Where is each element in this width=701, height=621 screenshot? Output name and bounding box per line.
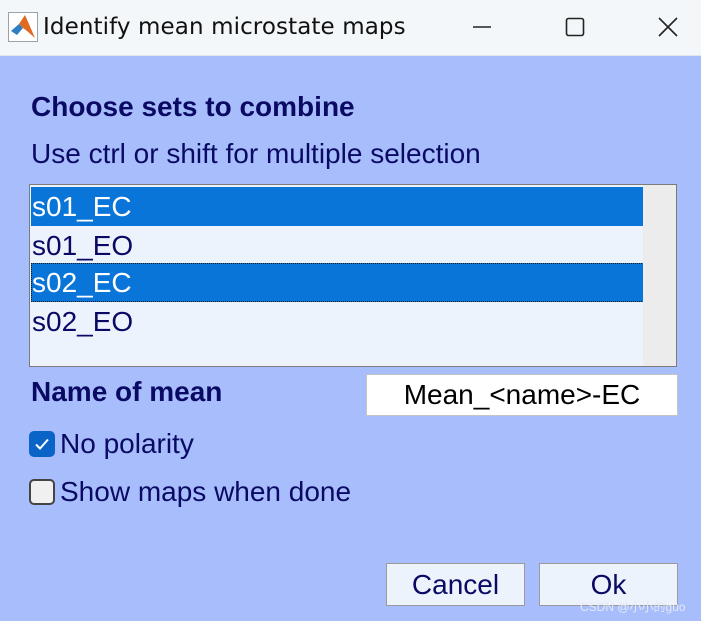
show-maps-checkbox[interactable] <box>29 479 55 505</box>
title-bar: Identify mean microstate maps <box>0 0 701 56</box>
mean-name-input[interactable] <box>366 374 678 416</box>
maximize-button[interactable] <box>552 8 598 46</box>
list-item-s01-eo[interactable]: s01_EO <box>31 226 644 265</box>
close-icon <box>658 17 678 37</box>
cancel-button[interactable]: Cancel <box>386 563 525 606</box>
no-polarity-label: No polarity <box>60 428 194 459</box>
mean-name-label: Name of mean <box>31 376 223 407</box>
selection-hint: Use ctrl or shift for multiple selection <box>31 138 481 169</box>
list-item-s02-ec[interactable]: s02_EC <box>31 263 644 302</box>
watermark: CSDN @小小的guo <box>580 600 686 614</box>
list-item-s01-ec[interactable]: s01_EC <box>31 187 644 226</box>
maximize-icon <box>565 17 585 37</box>
close-button[interactable] <box>645 8 691 46</box>
section-heading: Choose sets to combine <box>31 91 355 122</box>
matlab-icon <box>8 12 38 42</box>
sets-listbox[interactable]: s01_EC s01_EO s02_EC s02_EO <box>29 184 677 367</box>
checkmark-icon <box>35 438 49 450</box>
window-title: Identify mean microstate maps <box>43 14 406 40</box>
list-item-s02-eo[interactable]: s02_EO <box>31 302 644 341</box>
minimize-icon <box>473 26 491 28</box>
listbox-scrollbar[interactable] <box>643 185 676 366</box>
minimize-button[interactable] <box>459 8 505 46</box>
no-polarity-checkbox[interactable] <box>29 431 55 457</box>
show-maps-label: Show maps when done <box>60 476 352 507</box>
